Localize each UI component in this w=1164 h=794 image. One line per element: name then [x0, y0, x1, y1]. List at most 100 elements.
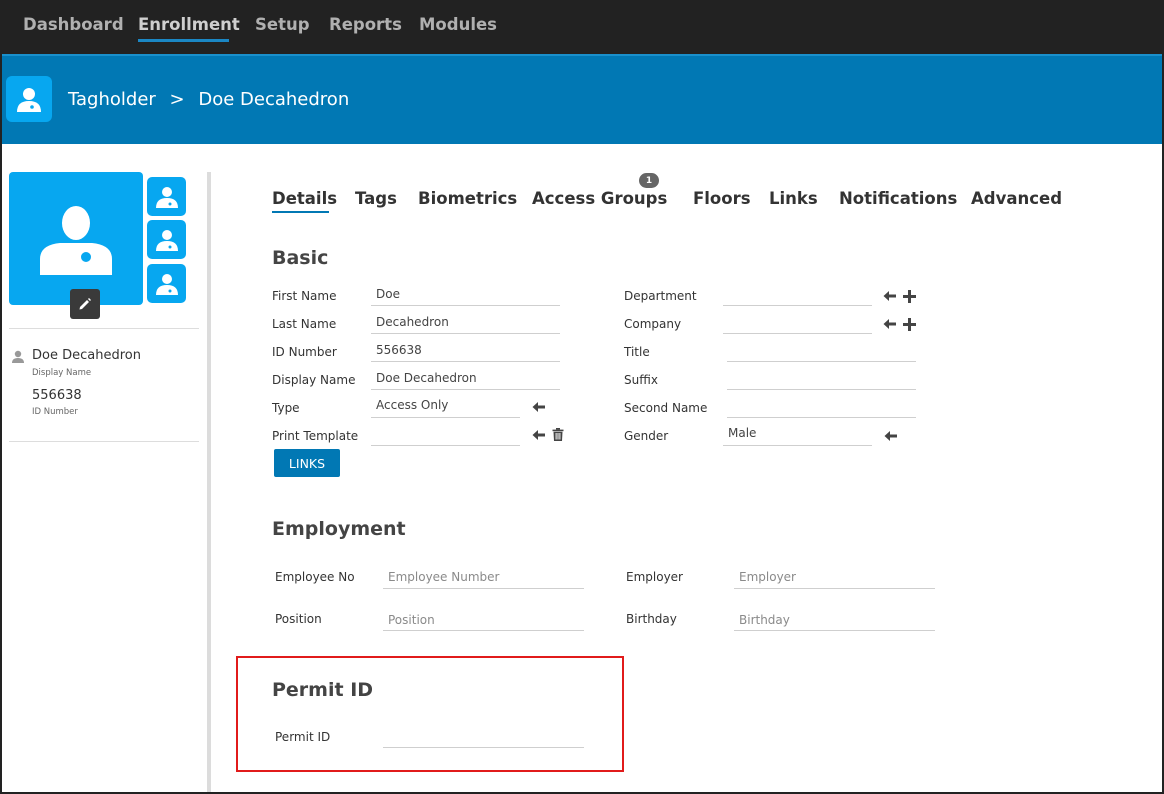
print-template-delete-button[interactable] — [551, 427, 564, 441]
nav-reports[interactable]: Reports — [329, 15, 402, 34]
basic-section-title: Basic — [272, 247, 329, 269]
profile-divider-top — [9, 328, 199, 329]
title-label: Title — [624, 345, 650, 359]
employment-section-title: Employment — [272, 518, 406, 540]
department-label: Department — [624, 289, 697, 303]
first-name-label: First Name — [272, 289, 337, 303]
type-reset-button[interactable] — [532, 400, 546, 414]
tab-floors[interactable]: Floors — [693, 189, 751, 208]
id-number-label: ID Number — [272, 345, 337, 359]
profile-id-caption: ID Number — [32, 407, 78, 417]
display-name-field[interactable]: Doe Decahedron — [376, 371, 477, 385]
nav-setup[interactable]: Setup — [255, 15, 310, 34]
photo-thumb-2[interactable] — [147, 220, 186, 259]
second-name-label: Second Name — [624, 401, 708, 415]
suffix-underline — [727, 389, 916, 390]
nav-dashboard[interactable]: Dashboard — [23, 15, 124, 34]
highlight-box — [236, 656, 624, 772]
photo-thumb-3[interactable] — [147, 264, 186, 303]
print-template-underline — [371, 445, 520, 446]
edit-photo-button[interactable] — [70, 289, 100, 319]
nav-active-indicator — [138, 39, 229, 42]
birthday-underline — [734, 630, 935, 631]
arrow-left-icon — [532, 430, 545, 440]
display-name-label: Display Name — [272, 373, 356, 387]
breadcrumb-current: Doe Decahedron — [198, 89, 350, 110]
employer-input[interactable]: Employer — [739, 570, 796, 584]
person-icon — [40, 205, 112, 275]
display-name-underline — [371, 389, 560, 390]
employee-no-underline — [383, 588, 584, 589]
tab-advanced[interactable]: Advanced — [971, 189, 1062, 208]
gender-label: Gender — [624, 429, 669, 443]
person-icon — [155, 273, 178, 295]
breadcrumb-root[interactable]: Tagholder — [68, 89, 156, 110]
birthday-label: Birthday — [626, 612, 677, 626]
pencil-icon — [79, 298, 91, 310]
user-icon — [11, 349, 25, 368]
suffix-label: Suffix — [624, 373, 658, 387]
plus-icon — [902, 317, 916, 331]
company-label: Company — [624, 317, 682, 331]
company-add-button[interactable] — [902, 317, 916, 331]
last-name-underline — [371, 333, 560, 334]
panel-divider — [207, 172, 211, 792]
second-name-underline — [727, 417, 916, 418]
avatar[interactable] — [9, 172, 143, 305]
tab-active-indicator — [272, 211, 329, 213]
tab-tags[interactable]: Tags — [355, 189, 397, 208]
nav-enrollment[interactable]: Enrollment — [138, 15, 240, 34]
arrow-left-icon — [884, 431, 897, 441]
app-window: Dashboard Enrollment Setup Reports Modul… — [0, 0, 1164, 794]
tab-notifications[interactable]: Notifications — [839, 189, 957, 208]
nav-modules[interactable]: Modules — [419, 15, 497, 34]
first-name-underline — [371, 305, 560, 306]
access-groups-count-badge: 1 — [639, 173, 659, 188]
person-icon — [6, 76, 52, 122]
trash-icon — [552, 427, 563, 441]
first-name-field[interactable]: Doe — [376, 287, 400, 301]
person-icon — [155, 229, 178, 251]
birthday-input[interactable]: Birthday — [739, 613, 790, 627]
position-label: Position — [275, 612, 322, 626]
employee-no-label: Employee No — [275, 570, 355, 584]
gender-reset-button[interactable] — [884, 429, 898, 443]
last-name-label: Last Name — [272, 317, 337, 331]
profile-divider-bottom — [9, 441, 199, 442]
arrow-left-icon — [883, 319, 896, 329]
type-select[interactable]: Access Only — [376, 398, 448, 412]
arrow-left-icon — [532, 402, 545, 412]
breadcrumb-separator: > — [169, 89, 185, 110]
id-number-field[interactable]: 556638 — [376, 343, 422, 357]
company-reset-button[interactable] — [883, 317, 897, 331]
page-header: Tagholder > Doe Decahedron — [2, 54, 1162, 144]
profile-display-name: Doe Decahedron — [32, 348, 141, 363]
title-underline — [727, 361, 916, 362]
photo-thumb-1[interactable] — [147, 177, 186, 216]
person-icon — [155, 186, 178, 208]
links-button[interactable]: LINKS — [274, 449, 340, 477]
department-reset-button[interactable] — [883, 289, 897, 303]
department-underline — [723, 305, 872, 306]
profile-id-number: 556638 — [32, 388, 82, 403]
top-nav: Dashboard Enrollment Setup Reports Modul… — [2, 2, 1162, 54]
company-underline — [723, 333, 872, 334]
tab-details[interactable]: Details — [272, 189, 337, 208]
tab-access-groups[interactable]: Access Groups — [532, 189, 667, 208]
gender-select[interactable]: Male — [728, 426, 756, 440]
employer-label: Employer — [626, 570, 683, 584]
arrow-left-icon — [883, 291, 896, 301]
plus-icon — [902, 289, 916, 303]
type-underline — [371, 417, 520, 418]
tab-links[interactable]: Links — [769, 189, 818, 208]
employer-underline — [734, 588, 935, 589]
last-name-field[interactable]: Decahedron — [376, 315, 449, 329]
employee-no-input[interactable]: Employee Number — [388, 570, 499, 584]
gender-underline — [723, 445, 872, 446]
position-underline — [383, 630, 584, 631]
tab-biometrics[interactable]: Biometrics — [418, 189, 517, 208]
position-input[interactable]: Position — [388, 613, 435, 627]
department-add-button[interactable] — [902, 289, 916, 303]
print-template-reset-button[interactable] — [532, 428, 546, 442]
breadcrumb: Tagholder > Doe Decahedron — [68, 89, 357, 110]
